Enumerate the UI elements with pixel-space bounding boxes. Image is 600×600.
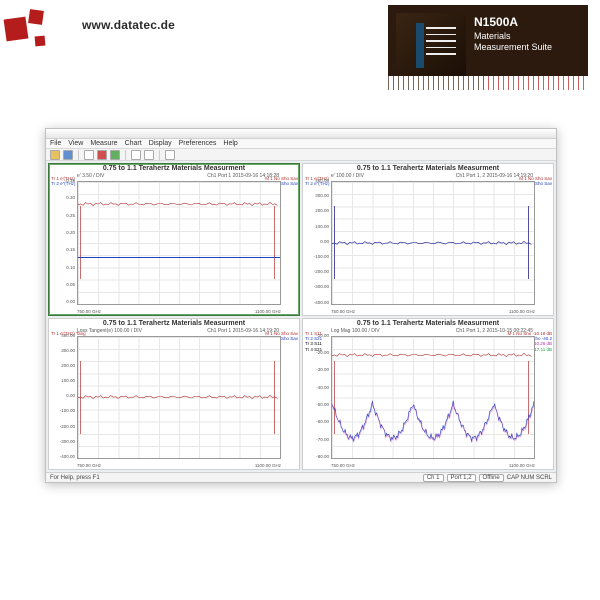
chart-title: 0.75 to 1.1 Terahertz Materials Measurme…: [49, 164, 299, 173]
toolbar-open-icon[interactable]: [50, 150, 60, 160]
chart-plot[interactable]: [331, 181, 535, 305]
chart-yaxis: 400.00300.00200.00100.000.00-100.00-200.…: [57, 333, 75, 460]
chart-pane-2[interactable]: 0.75 to 1.1 Terahertz Materials Measurme…: [48, 318, 300, 471]
trace-tan: [78, 394, 280, 400]
trace-e'': [78, 257, 280, 258]
chart-xaxis: 750.00 GHz1100.00 GHz: [77, 463, 281, 468]
titlebar: [46, 129, 556, 139]
menubar: File View Measure Chart Display Preferen…: [46, 139, 556, 149]
app-window: File View Measure Chart Display Preferen…: [45, 128, 557, 483]
chart-pane-0[interactable]: 0.75 to 1.1 Terahertz Materials Measurme…: [48, 163, 300, 316]
menu-help[interactable]: Help: [223, 140, 237, 147]
menu-file[interactable]: File: [50, 140, 61, 147]
product-icon: [396, 13, 466, 78]
toolbar-trigger-icon[interactable]: [97, 150, 107, 160]
chart-plot[interactable]: [331, 336, 535, 460]
toolbar: [46, 149, 556, 161]
status-ch[interactable]: Ch 1: [423, 474, 444, 482]
chart-title: 0.75 to 1.1 Terahertz Materials Measurme…: [49, 319, 299, 328]
chart-yaxis: 0.350.300.250.200.150.100.050.00: [57, 178, 75, 305]
chart-xaxis: 750.00 GHz1100.00 GHz: [331, 309, 535, 314]
status-port[interactable]: Port 1,2: [447, 474, 476, 482]
status-keys: CAP NUM SCRL: [507, 475, 552, 481]
chart-plot[interactable]: [77, 336, 281, 460]
vendor-banner: www.datatec.de N1500A Materials Measurem…: [0, 0, 600, 100]
chart-yaxis: 400.00300.00200.00100.000.00-100.00-200.…: [311, 178, 329, 305]
chart-xaxis: 750.00 GHz1100.00 GHz: [331, 463, 535, 468]
chart-pane-3[interactable]: 0.75 to 1.1 Terahertz Materials Measurme…: [302, 318, 554, 471]
toolbar-marker-icon[interactable]: [144, 150, 154, 160]
chart-plot[interactable]: [77, 181, 281, 305]
menu-preferences[interactable]: Preferences: [179, 140, 217, 147]
menu-display[interactable]: Display: [149, 140, 172, 147]
chart-title: 0.75 to 1.1 Terahertz Materials Measurme…: [303, 319, 553, 328]
trace-S21: [332, 337, 534, 459]
menu-measure[interactable]: Measure: [90, 140, 117, 147]
status-offline: Offline: [479, 474, 504, 482]
statusbar: For Help, press F1 Ch 1 Port 1,2 Offline…: [46, 472, 556, 482]
menu-chart[interactable]: Chart: [125, 140, 142, 147]
chart-pane-1[interactable]: 0.75 to 1.1 Terahertz Materials Measurme…: [302, 163, 554, 316]
product-line2: Measurement Suite: [474, 42, 552, 54]
chart-subtitle: e' 100.00 / DIVCh1 Port 1, 2 2015-09-16 …: [303, 173, 553, 179]
toolbar-help-icon[interactable]: [165, 150, 175, 160]
product-model: N1500A: [474, 15, 552, 31]
toolbar-run-icon[interactable]: [110, 150, 120, 160]
toolbar-zoom-icon[interactable]: [131, 150, 141, 160]
menu-view[interactable]: View: [68, 140, 83, 147]
toolbar-print-icon[interactable]: [84, 150, 94, 160]
chart-yaxis: -10.00-20.00-30.00-40.00-50.00-60.00-70.…: [311, 333, 329, 460]
product-card: N1500A Materials Measurement Suite: [388, 5, 588, 90]
charts-grid: 0.75 to 1.1 Terahertz Materials Measurme…: [46, 161, 556, 472]
trace-e': [78, 201, 280, 207]
chart-subtitle: e' 3.50 / DIVCh1 Port 1 2015-09-16 14:18…: [49, 173, 299, 179]
toolbar-save-icon[interactable]: [63, 150, 73, 160]
vendor-url: www.datatec.de: [82, 18, 175, 32]
chart-xaxis: 750.00 GHz1100.00 GHz: [77, 309, 281, 314]
status-left: For Help, press F1: [50, 475, 100, 481]
trace-e'': [332, 240, 534, 246]
product-line1: Materials: [474, 31, 552, 43]
chart-title: 0.75 to 1.1 Terahertz Materials Measurme…: [303, 164, 553, 173]
